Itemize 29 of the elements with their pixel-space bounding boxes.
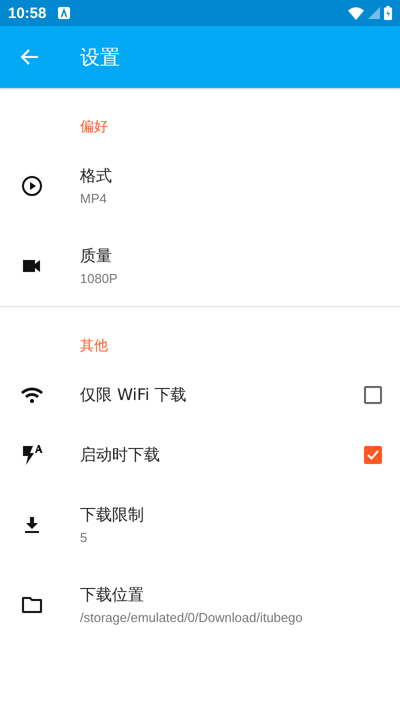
setting-title: 仅限 WiFi 下载 <box>80 384 188 406</box>
setting-title: 下载位置 <box>80 585 145 606</box>
checkbox[interactable] <box>364 386 382 404</box>
section-header: 偏好 <box>80 119 108 135</box>
setting-title: 下载限制 <box>80 505 145 526</box>
settings-item[interactable]: 下载位置 /storage/emulated/0/Download/itubego <box>0 565 400 645</box>
setting-title: 质量 <box>80 246 113 267</box>
settings-item[interactable]: 启动时下载 <box>0 425 400 485</box>
clock: 10:58 <box>8 4 46 22</box>
flash-auto-icon <box>20 443 44 467</box>
back-arrow-icon <box>20 47 40 67</box>
setting-value: /storage/emulated/0/Download/itubego <box>80 610 304 625</box>
settings-item[interactable]: 质量 1080P <box>0 226 400 306</box>
checkbox[interactable] <box>364 446 382 464</box>
wifi-icon <box>348 6 364 20</box>
section-header: 其他 <box>80 338 108 354</box>
page-title: 设置 <box>80 44 120 70</box>
settings-item[interactable]: 格式 MP4 <box>0 146 400 226</box>
signal-icon <box>368 7 380 19</box>
setting-title: 格式 <box>80 166 113 187</box>
setting-value: 5 <box>80 530 88 545</box>
setting-value: MP4 <box>80 191 108 206</box>
notification-icon <box>58 7 70 19</box>
battery-icon <box>384 6 392 20</box>
play-circle-icon <box>20 174 44 198</box>
settings-item[interactable]: 仅限 WiFi 下载 <box>0 365 400 425</box>
settings-item[interactable]: 下载限制 5 <box>0 485 400 565</box>
setting-title: 启动时下载 <box>80 444 161 466</box>
setting-value: 1080P <box>80 271 119 286</box>
